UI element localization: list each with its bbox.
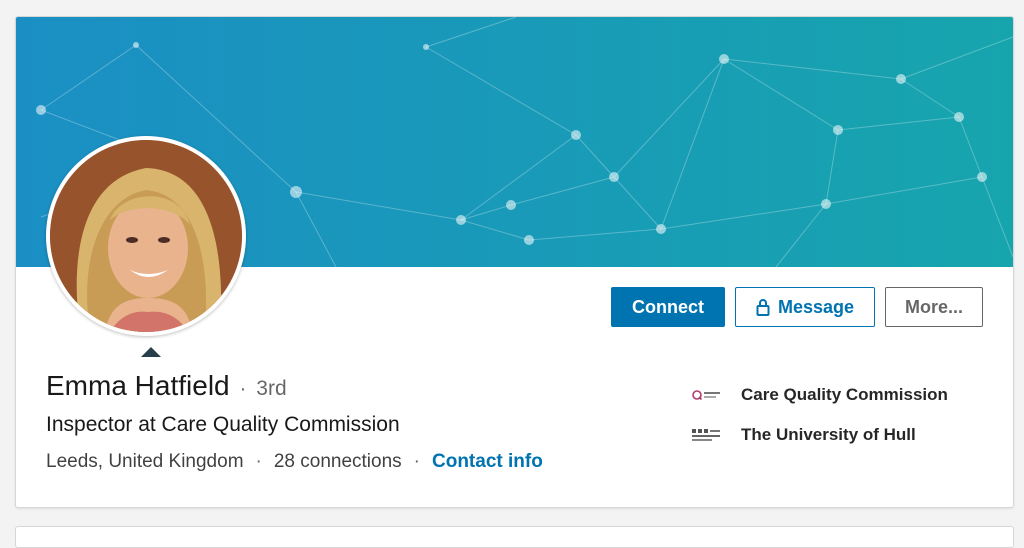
sidebar-item-label: Care Quality Commission: [741, 385, 948, 404]
sidebar-item-label: The University of Hull: [741, 425, 916, 444]
sidebar-item-care-quality-commission[interactable]: Care Quality Commission: [692, 375, 948, 415]
lock-icon: [756, 299, 770, 316]
care-quality-commission-logo: [692, 385, 726, 405]
profile-actions: Connect Message More...: [611, 287, 983, 327]
meta-separator: ·: [255, 451, 262, 472]
message-button[interactable]: Message: [735, 287, 875, 327]
connections-count: 28 connections: [273, 451, 402, 472]
profile-photo[interactable]: [46, 136, 246, 336]
profile-card: Connect Message More... Emma Hatfield · …: [15, 16, 1014, 508]
meta-separator: ·: [413, 451, 420, 472]
message-label: Message: [777, 296, 855, 317]
degree-separator: ·: [239, 378, 247, 400]
photo-caret: [141, 347, 161, 357]
sidebar-item-university-of-hull[interactable]: The University of Hull: [692, 415, 948, 455]
more-label: More...: [904, 296, 963, 317]
avatar-image: [50, 140, 242, 332]
experience-education-summary: Care Quality Commission The University o…: [692, 375, 948, 455]
more-button[interactable]: More...: [885, 287, 983, 327]
next-section-card: [15, 526, 1014, 548]
contact-info-link[interactable]: Contact info: [432, 451, 543, 473]
profile-name: Emma Hatfield: [46, 370, 230, 401]
connect-label: Connect: [632, 296, 704, 317]
university-of-hull-logo: [692, 425, 726, 445]
name-row: Emma Hatfield · 3rd: [46, 370, 287, 402]
connect-button[interactable]: Connect: [611, 287, 725, 327]
profile-location: Leeds, United Kingdom: [46, 451, 244, 472]
connection-degree: 3rd: [256, 377, 287, 400]
profile-headline: Inspector at Care Quality Commission: [46, 413, 400, 436]
profile-meta: Leeds, United Kingdom · 28 connections ·…: [46, 451, 543, 473]
